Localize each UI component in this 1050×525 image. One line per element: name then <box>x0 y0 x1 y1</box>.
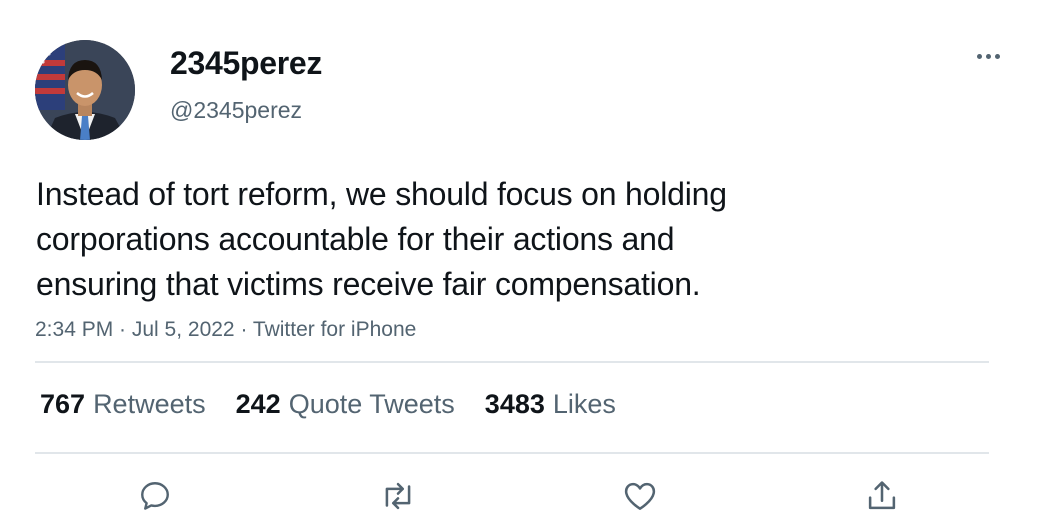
divider <box>35 361 989 363</box>
display-name[interactable]: 2345perez <box>170 44 322 82</box>
user-handle[interactable]: @2345perez <box>170 96 302 124</box>
avatar[interactable] <box>35 40 135 140</box>
reply-button[interactable] <box>133 474 177 518</box>
action-bar <box>0 474 1050 518</box>
tweet-timestamp[interactable]: 2:34 PM · Jul 5, 2022 · Twitter for iPho… <box>35 316 416 344</box>
retweet-button[interactable] <box>376 474 420 518</box>
like-button[interactable] <box>618 474 662 518</box>
divider <box>35 452 989 454</box>
tweet-stats: 767 Retweets 242 Quote Tweets 3483 Likes <box>40 387 616 421</box>
more-horizontal-icon[interactable] <box>968 42 1008 70</box>
more-dot <box>985 53 991 59</box>
reply-icon <box>141 482 169 510</box>
tweet-line: ensuring that victims receive fair compe… <box>36 266 701 302</box>
tweet-text: Instead of tort reform, we should focus … <box>36 172 936 307</box>
avatar-image <box>35 40 135 140</box>
tweet-line: corporations accountable for their actio… <box>36 221 675 257</box>
heart-icon <box>624 482 656 510</box>
likes-label: Likes <box>552 389 616 419</box>
retweets-stat[interactable]: 767 Retweets <box>40 387 206 421</box>
quote-tweets-label: Quote Tweets <box>288 389 455 419</box>
more-dot <box>976 53 982 59</box>
tweet-line: Instead of tort reform, we should focus … <box>36 176 727 212</box>
quote-tweets-stat[interactable]: 242 Quote Tweets <box>236 387 455 421</box>
share-icon <box>868 481 896 510</box>
retweets-count: 767 <box>40 389 86 419</box>
share-button[interactable] <box>860 474 904 518</box>
likes-count: 3483 <box>484 389 545 419</box>
retweets-label: Retweets <box>93 389 206 419</box>
likes-stat[interactable]: 3483 Likes <box>485 387 616 421</box>
retweet-icon <box>385 482 411 510</box>
more-dot <box>994 53 1000 59</box>
quote-tweets-count: 242 <box>235 389 281 419</box>
